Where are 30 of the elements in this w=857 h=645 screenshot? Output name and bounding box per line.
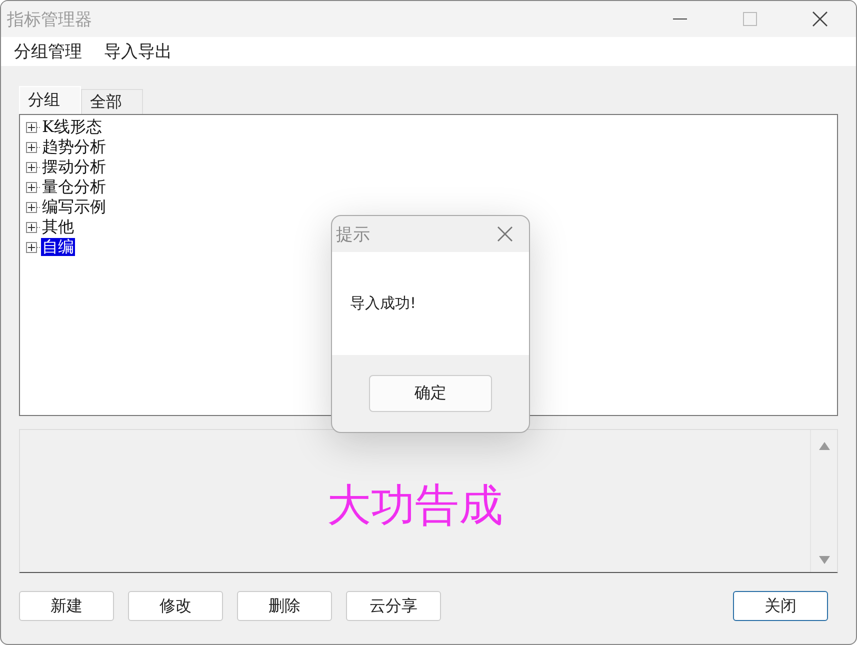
tree-item[interactable]: 其他	[41, 218, 75, 236]
close-icon[interactable]	[497, 226, 513, 242]
expand-icon[interactable]	[26, 242, 37, 252]
tab[interactable]: 分组	[19, 86, 81, 114]
dialog-message: 导入成功!	[350, 294, 416, 313]
action-button[interactable]: 云分享	[346, 591, 441, 621]
expand-icon[interactable]	[26, 162, 37, 172]
tree-item[interactable]: 摆动分析	[41, 158, 107, 176]
tree-item[interactable]: K线形态	[41, 118, 103, 136]
window-title: 指标管理器	[7, 8, 92, 30]
dialog-title: 提示	[336, 224, 370, 246]
tree-item[interactable]: 自编	[41, 238, 75, 256]
expand-icon[interactable]	[26, 222, 37, 232]
expand-icon[interactable]	[26, 182, 37, 192]
action-button[interactable]: 修改	[128, 591, 223, 621]
close-button[interactable]: 关闭	[733, 591, 828, 621]
tree-item[interactable]: 趋势分析	[41, 138, 107, 156]
ok-button[interactable]: 确定	[369, 375, 492, 412]
menu-item[interactable]: 导入导出	[104, 40, 172, 63]
tree-item[interactable]: 量仓分析	[41, 178, 107, 196]
expand-icon[interactable]	[26, 142, 37, 152]
description-text: 大功告成	[326, 478, 504, 532]
close-icon[interactable]	[812, 11, 828, 27]
action-button[interactable]: 新建	[19, 591, 114, 621]
expand-icon[interactable]	[26, 202, 37, 212]
action-button[interactable]: 删除	[237, 591, 332, 621]
expand-icon[interactable]	[26, 122, 37, 132]
tree-item[interactable]: 编写示例	[41, 198, 107, 216]
tab[interactable]: 全部	[81, 89, 143, 114]
menu-item[interactable]: 分组管理	[14, 40, 82, 63]
